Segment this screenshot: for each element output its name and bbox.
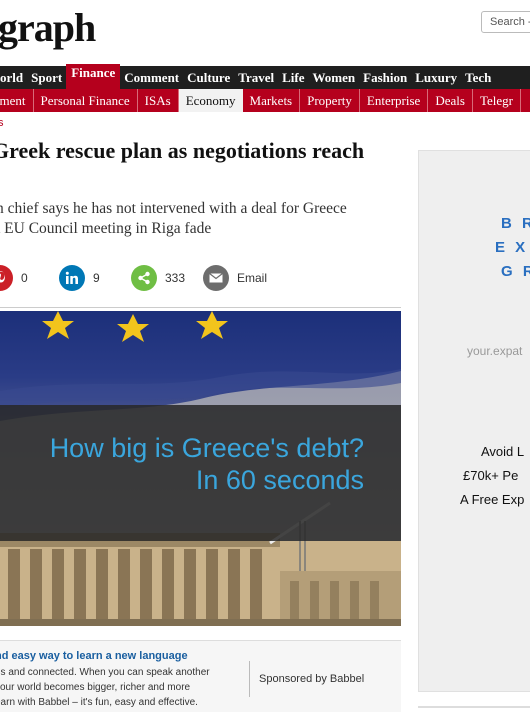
- advertisement[interactable]: B R E X G R your.expat Avoid L £70k+ Pe …: [418, 150, 530, 692]
- envelope-icon: [203, 265, 229, 291]
- ad-text-line-3: A Free Exp: [460, 492, 525, 507]
- ad-headline-line-2: E X: [495, 239, 529, 256]
- telegraph-logo[interactable]: graph: [0, 4, 96, 52]
- subnav-item-personal-finance[interactable]: Personal Finance: [34, 89, 138, 112]
- sponsored-body-line-3: earn with Babbel – it's fun, easy and ef…: [0, 697, 198, 708]
- share-count: 333: [165, 271, 186, 285]
- nav-item-travel[interactable]: Travel: [234, 66, 278, 89]
- pinterest-count: 0: [21, 271, 28, 285]
- video-player[interactable]: How big is Greece's debt? In 60 seconds: [0, 311, 401, 626]
- sponsored-by-label: Sponsored by Babbel: [259, 673, 365, 685]
- linkedin-icon: [59, 265, 85, 291]
- subnav-item-isas[interactable]: ISAs: [138, 89, 179, 112]
- divider: [0, 307, 401, 308]
- article-headline: Greek rescue plan as negotiations reach: [0, 138, 365, 163]
- nav-item-culture[interactable]: Culture: [183, 66, 234, 89]
- nav-item-sport[interactable]: Sport: [27, 66, 66, 89]
- standfirst-line-2: t EU Council meeting in Riga fade: [0, 220, 212, 237]
- linkedin-count: 9: [93, 271, 100, 285]
- primary-nav: orld Sport Finance Comment Culture Trave…: [0, 64, 530, 89]
- subnav-item-investment[interactable]: nment: [0, 89, 34, 112]
- nav-item-luxury[interactable]: Luxury: [411, 66, 461, 89]
- sponsored-body-line-1: us and connected. When you can speak ano…: [0, 667, 210, 678]
- video-caption-line-2: In 60 seconds: [195, 465, 364, 495]
- video-caption: How big is Greece's debt? In 60 seconds: [0, 405, 401, 541]
- nav-item-finance[interactable]: Finance: [66, 64, 121, 89]
- ad-headline-line-3: G R: [501, 263, 530, 280]
- subnav-item-deals[interactable]: Deals: [428, 89, 473, 112]
- nav-item-fashion[interactable]: Fashion: [359, 66, 411, 89]
- nav-item-tech[interactable]: Tech: [461, 66, 495, 89]
- share-icon: [131, 265, 157, 291]
- sponsored-body: us and connected. When you can speak ano…: [0, 665, 235, 710]
- secondary-nav: nment Personal Finance ISAs Economy Mark…: [0, 89, 530, 112]
- ad-text-line-2: £70k+ Pe: [463, 468, 519, 483]
- article-standfirst: n chief says he has not intervened with …: [0, 199, 396, 239]
- nav-item-comment[interactable]: Comment: [120, 66, 183, 89]
- sponsored-title[interactable]: nd easy way to learn a new language: [0, 650, 188, 662]
- standfirst-line-1: n chief says he has not intervened with …: [0, 200, 347, 217]
- subnav-item-enterprise[interactable]: Enterprise: [360, 89, 429, 112]
- ad-headline-line-1: B R: [501, 215, 530, 232]
- pinterest-icon: [0, 265, 13, 291]
- subnav-item-markets[interactable]: Markets: [243, 89, 301, 112]
- divider: [418, 706, 530, 708]
- email-share-button[interactable]: Email: [203, 262, 267, 294]
- ad-text-line-1: Avoid L: [481, 444, 525, 459]
- subnav-item-property[interactable]: Property: [300, 89, 360, 112]
- masthead: graph Search -: [0, 0, 530, 66]
- subnav-item-telegraph[interactable]: Telegr: [473, 89, 521, 112]
- ad-url: your.expat: [467, 344, 523, 358]
- video-caption-line-1: How big is Greece's debt?: [49, 433, 364, 463]
- pinterest-share-button[interactable]: 0: [0, 262, 28, 294]
- sponsored-content[interactable]: nd easy way to learn a new language us a…: [0, 640, 401, 712]
- section-label[interactable]: s: [0, 117, 4, 129]
- sponsored-divider: [249, 661, 250, 697]
- share-bar: 0 9 333 Email: [0, 262, 400, 294]
- email-label: Email: [237, 271, 268, 285]
- nav-item-world[interactable]: orld: [0, 66, 27, 89]
- nav-item-life[interactable]: Life: [278, 66, 308, 89]
- subnav-item-economy[interactable]: Economy: [178, 89, 243, 112]
- generic-share-button[interactable]: 333: [131, 262, 185, 294]
- linkedin-share-button[interactable]: 9: [59, 262, 100, 294]
- sponsored-body-line-2: your world becomes bigger, richer and mo…: [0, 682, 191, 693]
- nav-item-women[interactable]: Women: [309, 66, 360, 89]
- search-button[interactable]: Search -: [481, 11, 530, 33]
